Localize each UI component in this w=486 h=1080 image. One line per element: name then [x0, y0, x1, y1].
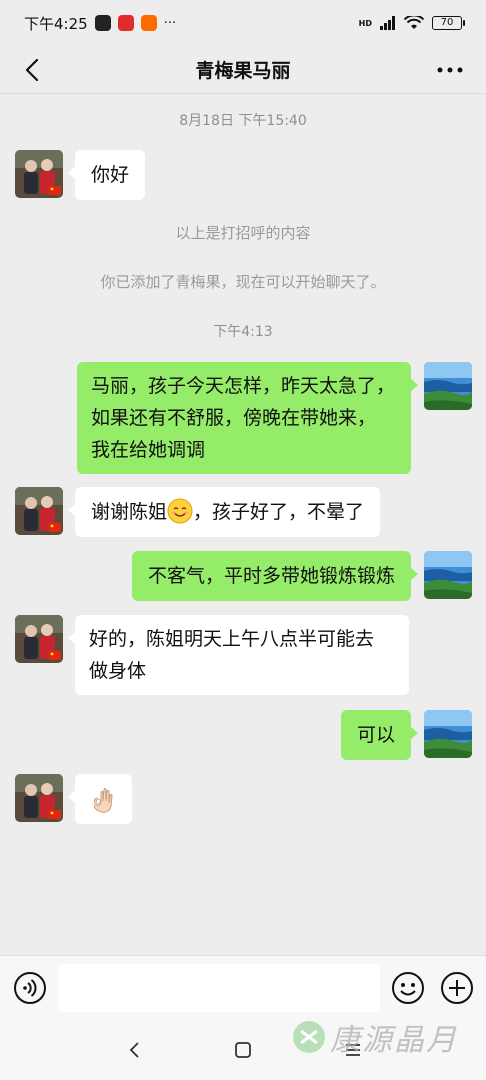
- status-time: 下午4:25: [24, 14, 88, 33]
- my-avatar[interactable]: [424, 710, 472, 758]
- contact-avatar[interactable]: [15, 774, 63, 822]
- message-text: ，孩子好了，不晕了: [193, 501, 365, 523]
- message-text-line: 如果还有不舒服，傍晚在带她来，: [91, 407, 377, 429]
- battery-icon: 70: [432, 16, 465, 30]
- more-dots-icon: [437, 67, 463, 73]
- message-text-line: 好的，陈姐明天上午八点半可能去: [89, 628, 375, 650]
- message-input[interactable]: [58, 964, 380, 1012]
- watermark-text: 康源晶月: [330, 1023, 458, 1058]
- taobao-app-icon: [140, 15, 157, 31]
- message-text-line: 我在给她调调: [91, 439, 206, 461]
- nav-back-icon[interactable]: [124, 1039, 146, 1061]
- contact-avatar[interactable]: [15, 150, 63, 198]
- message-text: 不客气，平时多带她锻炼锻炼: [147, 565, 395, 587]
- network-hd-label: HD: [358, 18, 372, 28]
- pinduoduo-app-icon: [117, 15, 134, 31]
- back-button[interactable]: [14, 52, 50, 88]
- contact-avatar[interactable]: [15, 615, 63, 663]
- more-options-button[interactable]: [432, 52, 468, 88]
- message-bubble[interactable]: 可以: [340, 710, 419, 760]
- chat-timestamp: 8月18日 下午15:40: [179, 113, 307, 129]
- wifi-icon: [404, 16, 424, 29]
- message-text-line: 马丽，孩子今天怎样，昨天太急了，: [91, 375, 396, 397]
- watermark: 康源晶月: [292, 1015, 458, 1059]
- message-text: 你好: [91, 164, 130, 186]
- message-bubble[interactable]: [68, 774, 132, 824]
- system-message: 你已添加了青梅果，现在可以开始聊天了。: [100, 273, 386, 291]
- chevron-left-icon: [25, 58, 39, 82]
- my-avatar[interactable]: [424, 362, 472, 410]
- system-message: 以上是打招呼的内容: [175, 224, 311, 242]
- voice-input-icon[interactable]: [13, 971, 47, 1005]
- emoji-icon[interactable]: [391, 971, 425, 1005]
- signal-icon: [380, 16, 395, 30]
- nav-home-icon[interactable]: [232, 1039, 254, 1061]
- message-bubble[interactable]: 谢谢陈姐 ，孩子好了，不晕了: [67, 487, 381, 537]
- message-bubble[interactable]: 马丽，孩子今天怎样，昨天太急了， 如果还有不舒服，傍晚在带她来， 我在给她调调: [77, 362, 418, 474]
- status-more-dots: ···: [163, 15, 177, 31]
- my-avatar[interactable]: [424, 551, 472, 599]
- chat-timestamp: 下午4:13: [213, 324, 273, 340]
- message-text: 可以: [356, 724, 395, 746]
- ok-hand-emoji-icon: [93, 788, 113, 813]
- message-bubble[interactable]: 好的，陈姐明天上午八点半可能去 做身体: [68, 615, 409, 695]
- capcut-app-icon: [94, 15, 111, 31]
- message-text-line: 做身体: [89, 660, 147, 682]
- message-bubble[interactable]: 你好: [67, 150, 146, 200]
- message-text: 谢谢陈姐: [91, 501, 168, 523]
- watermark-logo: [293, 1021, 325, 1053]
- status-bar: 下午4:25 ··· HD 70: [0, 0, 486, 46]
- contact-avatar[interactable]: [15, 487, 63, 535]
- smiling-face-emoji-icon: [167, 498, 193, 524]
- page-title: 青梅果马丽: [195, 60, 291, 82]
- input-bar: [0, 955, 486, 1021]
- message-bubble[interactable]: 不客气，平时多带她锻炼锻炼: [131, 551, 419, 601]
- chat-header: 青梅果马丽: [0, 46, 486, 94]
- add-icon[interactable]: [440, 971, 474, 1005]
